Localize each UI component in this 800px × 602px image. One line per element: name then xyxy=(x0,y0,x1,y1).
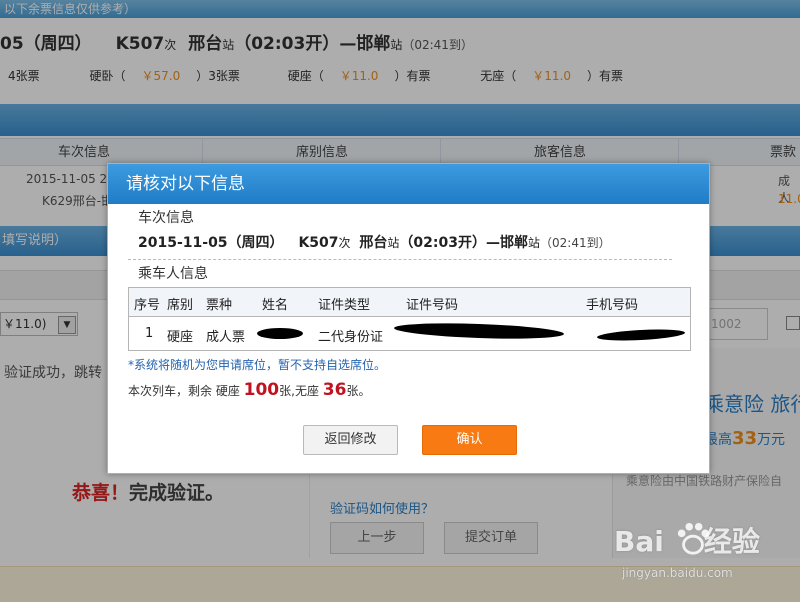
redacted-name-scribble xyxy=(257,328,303,339)
passenger-id-type: 二代身份证 xyxy=(318,330,384,345)
train-suffix: 次 xyxy=(338,236,351,250)
train-info-heading: 车次信息 xyxy=(138,210,194,226)
hard-seat-count: 100 xyxy=(243,380,280,400)
column-header: 票种 xyxy=(206,298,233,313)
passenger-info-heading: 乘车人信息 xyxy=(138,266,208,282)
back-to-edit-button[interactable]: 返回修改 xyxy=(303,425,398,455)
to-suffix: 站 xyxy=(528,236,541,250)
confirm-button[interactable]: 确认 xyxy=(422,425,517,455)
column-header: 证件类型 xyxy=(318,298,371,313)
depart-time: （02:03开） xyxy=(399,235,486,251)
watermark-url: jingyan.baidu.com xyxy=(622,566,733,580)
confirm-info-dialog: 请核对以下信息 车次信息 2015-11-05（周四） K507次 邢台站（02… xyxy=(107,163,710,474)
trip-date: 2015-11-05（周四） xyxy=(138,235,284,251)
dialog-trip-summary: 2015-11-05（周四） K507次 邢台站（02:03开）—邯郸站（02:… xyxy=(138,232,611,252)
seat-assign-note: *系统将随机为您申请席位，暂不支持自选席位。 xyxy=(128,358,387,372)
column-header: 证件号码 xyxy=(406,298,459,313)
from-station: 邢台 xyxy=(359,235,388,251)
column-header: 席别 xyxy=(167,298,194,313)
column-header: 姓名 xyxy=(262,298,289,313)
column-header: 序号 xyxy=(134,298,161,313)
train-number: K507 xyxy=(298,235,339,251)
arrive-time: （02:41到） xyxy=(540,236,611,250)
baidu-jingyan-watermark: Bai 经验 jingyan.baidu.com xyxy=(614,520,794,592)
section-divider xyxy=(128,259,672,260)
redacted-id-scribble xyxy=(393,321,565,341)
from-suffix: 站 xyxy=(387,236,400,250)
remaining-tickets: 本次列车，剩余 硬座 100张,无座 36张。 xyxy=(128,380,371,400)
dialog-title: 请核对以下信息 xyxy=(108,164,709,204)
no-seat-count: 36 xyxy=(322,380,347,400)
column-header: 手机号码 xyxy=(586,298,639,313)
passenger-ticket-type: 成人票 xyxy=(206,330,246,345)
paw-icon xyxy=(677,522,710,555)
passenger-seat-type: 硬座 xyxy=(167,330,194,345)
to-station: —邯郸 xyxy=(486,235,528,251)
redacted-phone-scribble xyxy=(596,327,686,343)
passenger-index: 1 xyxy=(145,326,154,341)
passenger-table: 序号 席别 票种 姓名 证件类型 证件号码 手机号码 1 硬座 成人票 二代身份… xyxy=(128,287,691,351)
